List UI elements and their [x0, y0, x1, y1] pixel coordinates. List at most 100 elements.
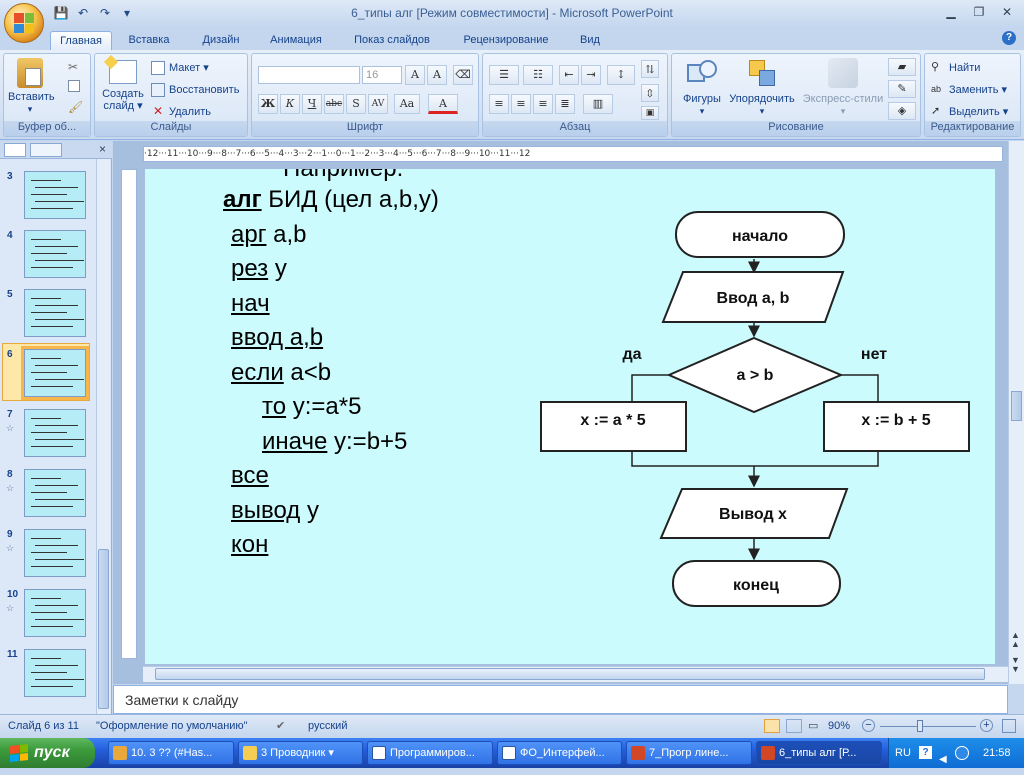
- arrange-button[interactable]: Упорядочить ▾: [724, 58, 800, 117]
- prev-slide-icon[interactable]: ▲ ▲: [1011, 631, 1020, 649]
- slide-thumbnail[interactable]: [24, 469, 86, 517]
- bullets-icon[interactable]: ☰: [489, 65, 519, 85]
- fit-window-icon[interactable]: [1002, 719, 1016, 733]
- slide-thumbnail[interactable]: [24, 529, 86, 577]
- font-name-field[interactable]: [258, 66, 360, 84]
- numbering-icon[interactable]: ☷: [523, 65, 553, 85]
- tab-slideshow[interactable]: Показ слайдов: [344, 31, 440, 50]
- layout-button[interactable]: Макет ▾: [151, 59, 209, 77]
- shape-outline-icon[interactable]: ✎: [888, 80, 916, 98]
- h-scroll-thumb[interactable]: [155, 668, 985, 680]
- reset-button[interactable]: Восстановить: [151, 81, 239, 99]
- align-text-icon[interactable]: ⇳: [641, 84, 659, 102]
- shapes-button[interactable]: Фигуры ▾: [676, 58, 728, 117]
- editor-vertical-scrollbar[interactable]: ▲ ▲ ▼ ▼: [1008, 141, 1024, 684]
- tray-arrow-icon[interactable]: ◀: [939, 745, 947, 775]
- normal-view-icon[interactable]: [764, 719, 780, 733]
- panel-scrollbar[interactable]: [96, 159, 110, 714]
- start-button[interactable]: пуск: [0, 738, 95, 768]
- font-color-icon[interactable]: A: [428, 94, 458, 114]
- slide-thumbnail[interactable]: [24, 649, 86, 697]
- shadow-icon[interactable]: S: [346, 94, 366, 114]
- grow-font-icon[interactable]: A: [405, 65, 425, 85]
- zoom-level[interactable]: 90%: [828, 715, 850, 738]
- tab-design[interactable]: Дизайн: [190, 31, 252, 50]
- align-center-icon[interactable]: ≡: [511, 94, 531, 114]
- smartart-icon[interactable]: ▣: [641, 106, 659, 120]
- text-direction-icon[interactable]: ⇅: [641, 60, 659, 78]
- format-painter-icon[interactable]: 🖌: [68, 100, 83, 114]
- columns-icon[interactable]: ▥: [583, 94, 613, 114]
- delete-slide-button[interactable]: ✕ Удалить: [151, 103, 211, 121]
- spellcheck-icon[interactable]: ✔: [276, 715, 285, 738]
- panel-scroll-thumb[interactable]: [98, 549, 109, 709]
- slide-thumbnail[interactable]: [21, 346, 89, 400]
- change-case-icon[interactable]: Aa: [394, 94, 420, 114]
- slide-canvas[interactable]: Например: алг БИД (цел а,b,y) арг a,b ре…: [145, 169, 995, 664]
- help-tray-icon[interactable]: ?: [919, 746, 932, 759]
- new-slide-button[interactable]: Создать слайд ▾: [99, 54, 147, 112]
- zoom-slider-thumb[interactable]: [917, 720, 923, 732]
- keyboard-language[interactable]: RU: [895, 738, 911, 768]
- close-panel-icon[interactable]: ×: [99, 142, 106, 156]
- slide-thumbnail[interactable]: [24, 289, 86, 337]
- notes-pane[interactable]: Заметки к слайду: [113, 685, 1008, 714]
- spacing-icon[interactable]: AV: [368, 94, 388, 114]
- zoom-in-icon[interactable]: +: [980, 719, 993, 732]
- slide-thumbnail[interactable]: [24, 589, 86, 637]
- tab-review[interactable]: Рецензирование: [452, 31, 560, 50]
- thumbnail-text-line: [35, 619, 84, 620]
- slide-thumbnail[interactable]: [24, 230, 86, 278]
- tab-home[interactable]: Главная: [50, 31, 112, 50]
- sorter-view-icon[interactable]: [786, 719, 802, 733]
- copy-icon[interactable]: [68, 80, 80, 92]
- paste-button[interactable]: Вставить ▾: [8, 58, 55, 115]
- taskbar-item[interactable]: 7_Прогр лине...: [626, 741, 752, 765]
- italic-icon[interactable]: К: [280, 94, 300, 114]
- replace-button[interactable]: ab Заменить ▾: [931, 81, 1007, 99]
- taskbar-item[interactable]: Программиров...: [367, 741, 493, 765]
- select-button[interactable]: ➚ Выделить ▾: [931, 103, 1008, 121]
- help-icon[interactable]: ?: [1002, 31, 1016, 45]
- restore-button[interactable]: ❐: [966, 2, 992, 22]
- next-slide-icon[interactable]: ▼ ▼: [1011, 656, 1020, 674]
- zoom-out-icon[interactable]: −: [862, 719, 875, 732]
- align-left-icon[interactable]: ≡: [489, 94, 509, 114]
- editor-scroll-thumb[interactable]: [1011, 391, 1022, 421]
- close-button[interactable]: ✕: [994, 2, 1020, 22]
- tab-insert[interactable]: Вставка: [118, 31, 180, 50]
- minimize-button[interactable]: ▁: [938, 2, 964, 22]
- line-spacing-icon[interactable]: ↕: [607, 65, 635, 85]
- animation-star-icon: ☆: [6, 543, 15, 553]
- shrink-font-icon[interactable]: A: [427, 65, 447, 85]
- taskbar-item[interactable]: 3 Проводник ▾: [238, 741, 363, 765]
- align-right-icon[interactable]: ≡: [533, 94, 553, 114]
- slides-tab-icon[interactable]: [4, 143, 26, 157]
- tab-animation[interactable]: Анимация: [258, 31, 334, 50]
- taskbar-item[interactable]: 10. 3 ?? (#Has...: [108, 741, 234, 765]
- slideshow-view-icon[interactable]: ▭: [808, 715, 818, 738]
- shape-effects-icon[interactable]: ◈: [888, 102, 916, 120]
- slide-thumbnail[interactable]: [24, 409, 86, 457]
- outline-tab-icon[interactable]: [30, 143, 62, 157]
- network-icon[interactable]: [955, 746, 969, 760]
- underline-icon[interactable]: Ч: [302, 94, 322, 114]
- increase-indent-icon[interactable]: ⇥: [581, 65, 601, 85]
- justify-icon[interactable]: ≣: [555, 94, 575, 114]
- tab-view[interactable]: Вид: [570, 31, 610, 50]
- font-size-field[interactable]: 16: [362, 66, 402, 84]
- find-button[interactable]: ⚲ Найти: [931, 59, 980, 77]
- cut-icon[interactable]: ✂: [68, 60, 78, 74]
- editor-horizontal-scrollbar[interactable]: [143, 666, 1008, 682]
- decrease-indent-icon[interactable]: ⇤: [559, 65, 579, 85]
- slide-thumbnail[interactable]: [24, 171, 86, 219]
- clear-format-icon[interactable]: ⌫: [453, 65, 473, 85]
- shape-fill-icon[interactable]: ▰: [888, 58, 916, 76]
- office-button[interactable]: [4, 3, 44, 43]
- strikethrough-icon[interactable]: abc: [324, 94, 344, 114]
- zoom-slider-track[interactable]: [880, 726, 976, 727]
- taskbar-item[interactable]: ФО_Интерфей...: [497, 741, 622, 765]
- bold-icon[interactable]: Ж: [258, 94, 278, 114]
- quick-styles-button[interactable]: Экспресс-стили ▾: [800, 58, 886, 117]
- taskbar-item-active[interactable]: 6_типы алг [Р...: [756, 741, 882, 765]
